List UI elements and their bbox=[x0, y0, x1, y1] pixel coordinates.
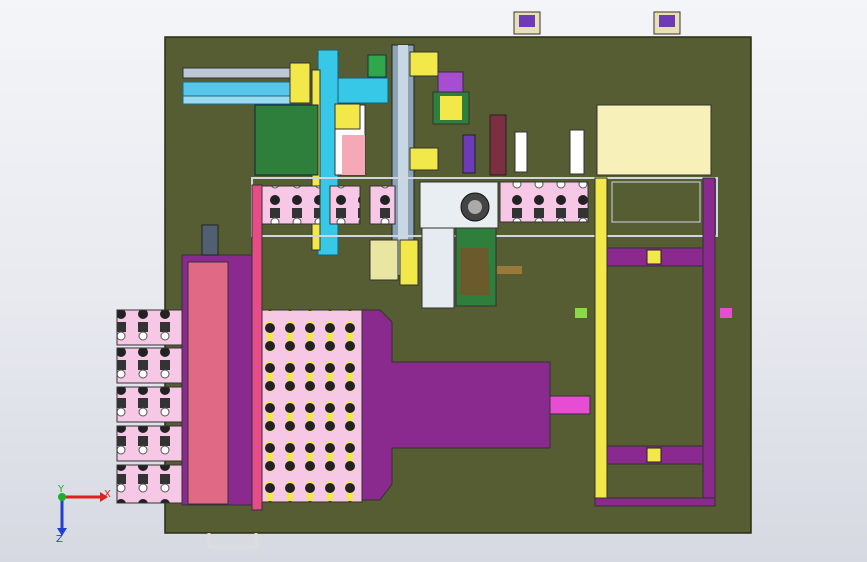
tray-matrix[interactable] bbox=[261, 309, 363, 503]
plate-actuator[interactable] bbox=[549, 395, 591, 415]
material-hopper[interactable] bbox=[596, 104, 712, 176]
y-axis-label: Y bbox=[57, 484, 65, 495]
coordinate-triad-icon: X Z Y bbox=[56, 484, 111, 545]
cad-viewport[interactable]: X Z Y bbox=[0, 0, 867, 562]
x-axis-label: X bbox=[104, 489, 111, 500]
assembly-drawing[interactable]: X Z Y bbox=[0, 0, 867, 562]
tray-stack-outer[interactable] bbox=[116, 309, 183, 504]
base-handle bbox=[207, 533, 258, 549]
linear-rail-top-left[interactable] bbox=[182, 62, 311, 105]
z-axis-label: Z bbox=[56, 534, 63, 545]
corner-marker-icon bbox=[513, 11, 681, 35]
control-cabinet[interactable] bbox=[254, 103, 366, 176]
